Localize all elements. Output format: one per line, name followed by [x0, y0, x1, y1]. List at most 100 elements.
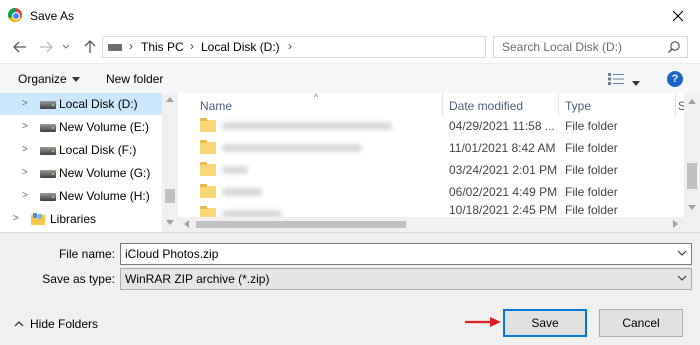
blurred-file-name [222, 210, 282, 217]
nav-item-local-disk-d[interactable]: > Local Disk (D:) [0, 93, 162, 115]
date-cell: 10/18/2021 2:45 PM [449, 203, 558, 217]
blurred-file-name [222, 166, 248, 174]
scroll-right-arrow-icon[interactable] [673, 220, 678, 228]
chevron-down-icon[interactable] [677, 248, 687, 258]
type-cell: File folder [565, 141, 618, 155]
close-button[interactable] [656, 0, 700, 31]
nav-item-label: New Volume (G:) [59, 166, 151, 180]
command-bar: Organize New folder ? [0, 63, 700, 93]
nav-item-libraries[interactable]: > Libraries [0, 208, 162, 230]
blurred-file-name [222, 144, 362, 152]
view-dropdown-button[interactable] [632, 76, 640, 90]
cancel-button[interactable]: Cancel [599, 309, 683, 337]
nav-item-label: New Volume (H:) [59, 189, 150, 203]
chevron-right-icon[interactable]: > [22, 190, 32, 202]
nav-item-local-disk-f[interactable]: > Local Disk (F:) [0, 139, 162, 161]
scrollbar-thumb[interactable] [165, 189, 175, 203]
save-as-type-value: WinRAR ZIP archive (*.zip) [125, 272, 270, 286]
drive-icon [40, 147, 56, 155]
nav-item-new-volume-h[interactable]: > New Volume (H:) [0, 185, 162, 207]
folder-icon [200, 162, 216, 176]
table-row[interactable]: 06/02/2021 4:49 PM File folder [178, 181, 684, 203]
scroll-down-arrow-icon[interactable] [166, 220, 174, 225]
back-button[interactable] [12, 39, 28, 55]
file-list-horizontal-scrollbar[interactable] [178, 217, 700, 232]
forward-button[interactable] [38, 39, 54, 55]
file-name-label: File name: [58, 247, 115, 261]
arrow-up-icon [84, 40, 96, 53]
chevron-right-icon[interactable]: > [22, 167, 32, 179]
sort-ascending-icon: ^ [314, 92, 319, 102]
date-cell: 11/01/2021 8:42 AM [449, 141, 556, 155]
address-row: › This PC › Local Disk (D:) › Search Loc… [0, 31, 700, 63]
save-as-type-select[interactable]: WinRAR ZIP archive (*.zip) [120, 268, 692, 290]
folder-icon [200, 184, 216, 198]
folder-icon [200, 206, 216, 217]
chrome-icon [8, 8, 22, 22]
chevron-right-icon[interactable]: > [22, 98, 32, 110]
nav-scrollbar[interactable] [162, 93, 178, 232]
help-icon[interactable]: ? [667, 71, 683, 87]
folder-icon [200, 118, 216, 132]
breadcrumb-separator-icon: › [129, 39, 133, 53]
save-button[interactable]: Save [503, 309, 587, 337]
scroll-up-arrow-icon[interactable] [166, 97, 174, 102]
organize-button[interactable]: Organize [18, 72, 80, 86]
nav-item-new-volume-e[interactable]: > New Volume (E:) [0, 116, 162, 138]
search-icon [668, 41, 680, 53]
hide-folders-button[interactable]: Hide Folders [30, 317, 98, 331]
dropdown-triangle-icon [632, 81, 640, 87]
table-row[interactable]: 11/01/2021 8:42 AM File folder [178, 137, 684, 159]
chevron-right-icon[interactable]: > [13, 213, 23, 225]
scrollbar-thumb[interactable] [196, 221, 406, 228]
file-name-field[interactable]: iCloud Photos.zip [120, 243, 692, 265]
new-folder-button[interactable]: New folder [106, 72, 163, 86]
scroll-up-arrow-icon[interactable] [688, 99, 696, 104]
title-bar: Save As [0, 0, 700, 31]
column-label: Date modified [449, 99, 524, 113]
chevron-down-icon [62, 44, 70, 49]
nav-item-label: Libraries [50, 212, 97, 226]
breadcrumb-local-disk-d[interactable]: Local Disk (D:) [201, 40, 280, 54]
chevron-up-icon[interactable] [14, 319, 24, 329]
close-icon [672, 10, 684, 21]
up-button[interactable] [82, 39, 98, 55]
drive-icon [40, 101, 56, 109]
column-header-name[interactable]: ^ Name [178, 92, 442, 117]
search-box[interactable]: Search Local Disk (D:) [493, 36, 688, 58]
breadcrumb-separator-icon: › [288, 39, 292, 53]
nav-item-label: Local Disk (F:) [59, 143, 137, 157]
scroll-left-arrow-icon[interactable] [184, 220, 189, 228]
chevron-right-icon[interactable]: > [22, 144, 32, 156]
libraries-icon [31, 213, 45, 225]
type-cell: File folder [565, 185, 618, 199]
date-cell: 04/29/2021 11:58 ... [449, 119, 555, 133]
column-label: Name [200, 99, 233, 113]
column-label: Type [565, 99, 592, 113]
blurred-file-name [222, 188, 262, 196]
nav-item-new-volume-g[interactable]: > New Volume (G:) [0, 162, 162, 184]
chevron-right-icon[interactable]: > [22, 121, 32, 133]
breadcrumb-separator-icon: › [190, 39, 194, 53]
scrollbar-thumb[interactable] [687, 163, 697, 189]
file-list-scrollbar[interactable] [684, 93, 700, 217]
table-row[interactable]: 10/18/2021 2:45 PM File folder [178, 203, 684, 217]
nav-item-label: New Volume (E:) [59, 120, 150, 134]
nav-item-label: Local Disk (D:) [59, 97, 138, 111]
type-cell: File folder [565, 119, 618, 133]
column-header-size[interactable]: S [676, 93, 684, 117]
scroll-down-arrow-icon[interactable] [688, 205, 696, 210]
view-options-icon[interactable] [608, 73, 624, 85]
table-row[interactable]: 03/24/2021 2:01 PM File folder [178, 159, 684, 181]
arrow-left-icon [13, 41, 26, 53]
arrow-right-icon [40, 41, 53, 53]
column-header-type[interactable]: Type [559, 93, 675, 117]
table-row[interactable]: 04/29/2021 11:58 ... File folder [178, 115, 684, 137]
address-bar[interactable]: › This PC › Local Disk (D:) › [102, 36, 584, 58]
breadcrumb-this-pc[interactable]: This PC [141, 40, 184, 54]
type-cell: File folder [565, 163, 618, 177]
date-cell: 03/24/2021 2:01 PM [449, 163, 558, 177]
drive-icon [40, 124, 56, 132]
recent-locations-button[interactable] [60, 39, 72, 55]
column-header-date[interactable]: Date modified [443, 93, 558, 117]
